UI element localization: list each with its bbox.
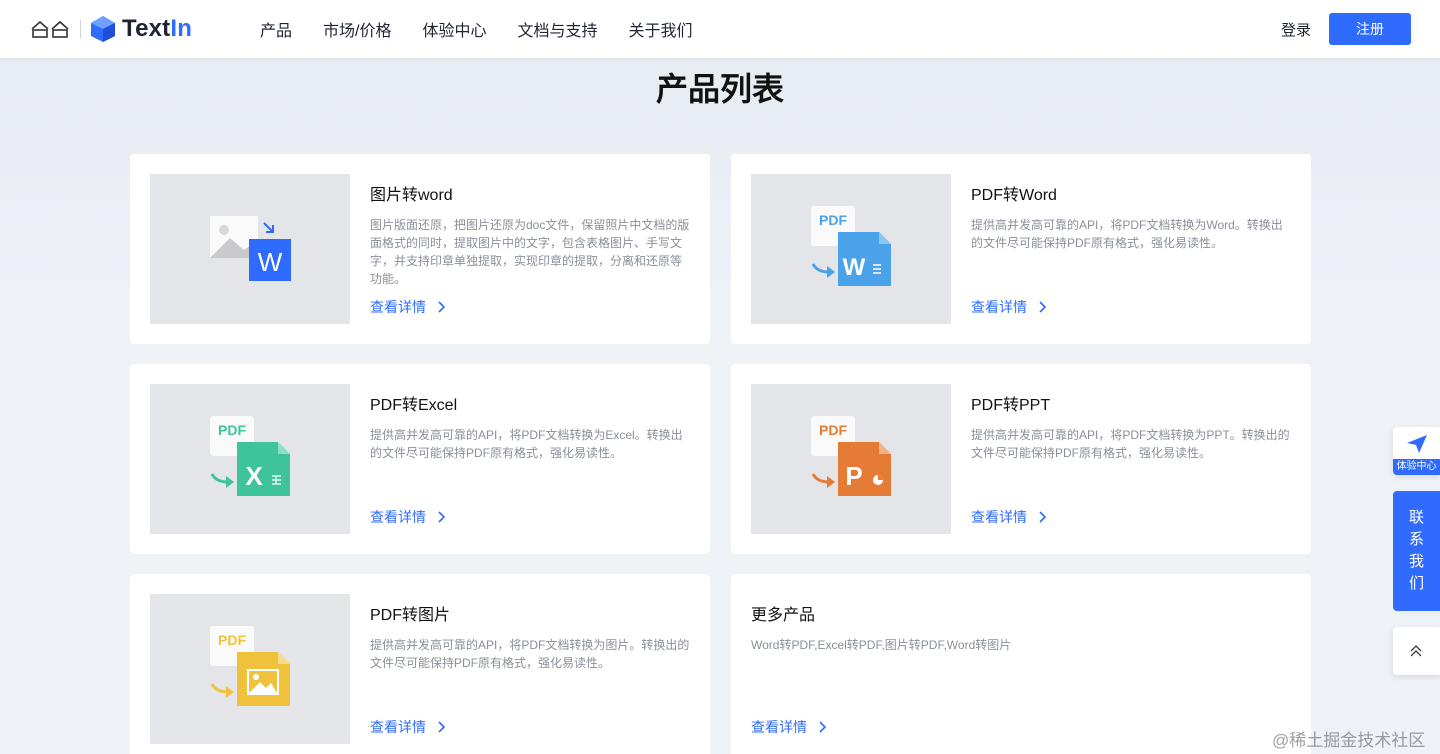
svg-text:PDF: PDF — [218, 632, 246, 648]
pdf-to-excel-icon: PDF X — [210, 416, 290, 496]
contact-char: 系 — [1408, 531, 1424, 548]
view-details-label: 查看详情 — [971, 299, 1027, 315]
navigation-arrow-icon — [1407, 435, 1427, 453]
contact-us-float[interactable]: 联 系 我 们 — [1393, 491, 1440, 611]
view-details-link[interactable]: 查看详情 — [370, 507, 446, 527]
contact-char: 们 — [1408, 575, 1424, 592]
chevron-right-icon — [438, 511, 446, 523]
view-details-link[interactable]: 查看详情 — [971, 507, 1047, 527]
svg-text:X: X — [245, 461, 263, 491]
card-title: PDF转PPT — [971, 397, 1051, 414]
card-description: 图片版面还原，把图片还原为doc文件，保留照片中文档的版面格式的同时，提取图片中… — [370, 218, 690, 286]
product-card-image-to-word[interactable]: W 图片转word 图片版面还原，把图片还原为doc文件，保留照片中文档的版面格… — [130, 154, 710, 344]
product-card-pdf-to-excel[interactable]: PDF X PDF转Excel 提供高并发高可靠的API，将PDF文档转换为Ex… — [130, 364, 710, 554]
partner-logo-icon[interactable] — [30, 18, 70, 40]
card-title: 图片转word — [370, 187, 453, 204]
nav-item-products[interactable]: 产品 — [260, 17, 292, 41]
chevron-right-icon — [438, 301, 446, 313]
login-link[interactable]: 登录 — [1281, 19, 1311, 40]
card-description: 提供高并发高可靠的API，将PDF文档转换为PPT。转换出的文件尽可能保持PDF… — [971, 428, 1290, 460]
svg-text:PDF: PDF — [819, 212, 847, 228]
chevron-right-icon — [819, 721, 827, 733]
page-title: 产品列表 — [655, 71, 784, 107]
chevron-right-icon — [1039, 301, 1047, 313]
product-card-pdf-to-ppt[interactable]: PDF P PDF转PPT 提供高并发高可靠的API，将PDF文档转换为PPT。… — [731, 364, 1311, 554]
nav-item-pricing[interactable]: 市场/价格 — [323, 17, 391, 41]
nav-item-about[interactable]: 关于我们 — [629, 17, 693, 41]
cube-logo-icon — [91, 16, 115, 42]
card-thumbnail: W — [150, 174, 350, 324]
card-thumbnail: PDF — [150, 594, 350, 744]
watermark: @稀土掘金技术社区 — [1272, 731, 1426, 750]
nav-item-experience[interactable]: 体验中心 — [422, 17, 486, 41]
view-details-link[interactable]: 查看详情 — [751, 717, 827, 737]
contact-char: 我 — [1408, 553, 1424, 570]
view-details-link[interactable]: 查看详情 — [370, 717, 446, 737]
card-thumbnail: PDF X — [150, 384, 350, 534]
svg-text:PDF: PDF — [218, 422, 246, 438]
register-button[interactable]: 注册 — [1329, 13, 1411, 45]
svg-text:W: W — [258, 247, 283, 277]
brand-divider — [80, 20, 81, 38]
chevron-right-icon — [438, 721, 446, 733]
product-card-pdf-to-word[interactable]: PDF W PDF转Word 提供高并发高可靠的API，将PDF文档转换为Wor… — [731, 154, 1311, 344]
pdf-to-image-icon: PDF — [210, 626, 290, 706]
card-thumbnail: PDF P — [751, 384, 951, 534]
card-description: 提供高并发高可靠的API，将PDF文档转换为图片。转换出的文件尽可能保持PDF原… — [370, 638, 690, 670]
card-title: 更多产品 — [751, 607, 816, 624]
nav-item-docs[interactable]: 文档与支持 — [517, 17, 597, 41]
view-details-label: 查看详情 — [370, 299, 426, 315]
double-chevron-up-icon — [1410, 645, 1422, 657]
card-description: 提供高并发高可靠的API，将PDF文档转换为Word。转换出的文件尽可能保持PD… — [971, 218, 1283, 250]
chevron-right-icon — [1039, 511, 1047, 523]
view-details-link[interactable]: 查看详情 — [971, 297, 1047, 317]
view-details-label: 查看详情 — [370, 509, 426, 525]
main-nav: 产品 市场/价格 体验中心 文档与支持 关于我们 — [260, 0, 724, 58]
card-thumbnail: PDF W — [751, 174, 951, 324]
view-details-label: 查看详情 — [751, 719, 807, 735]
svg-text:PDF: PDF — [819, 422, 847, 438]
view-details-link[interactable]: 查看详情 — [370, 297, 446, 317]
view-details-label: 查看详情 — [971, 509, 1027, 525]
product-card-more[interactable]: 更多产品 Word转PDF,Excel转PDF,图片转PDF,Word转图片 查… — [731, 574, 1311, 754]
experience-center-float[interactable]: 体验中心 — [1393, 427, 1440, 475]
textin-logo[interactable]: TextIn — [90, 14, 192, 44]
svg-text:P: P — [845, 461, 862, 491]
card-description: Word转PDF,Excel转PDF,图片转PDF,Word转图片 — [751, 638, 1012, 652]
pdf-to-word-icon: PDF W — [811, 206, 891, 286]
image-to-word-icon: W — [210, 216, 291, 281]
card-title: PDF转Excel — [370, 397, 458, 414]
svg-text:W: W — [843, 254, 866, 281]
view-details-label: 查看详情 — [370, 719, 426, 735]
pdf-to-ppt-icon: PDF P — [811, 416, 891, 496]
card-title: PDF转图片 — [370, 607, 451, 624]
top-navbar: TextIn 产品 市场/价格 体验中心 文档与支持 关于我们 登录 注册 — [0, 0, 1440, 58]
contact-char: 联 — [1408, 509, 1424, 526]
experience-center-label: 体验中心 — [1393, 459, 1440, 475]
product-card-pdf-to-image[interactable]: PDF PDF转图片 提供高并发高可靠的API，将PDF文档转换为图片。转换出的… — [130, 574, 710, 754]
card-description: 提供高并发高可靠的API，将PDF文档转换为Excel。转换出的文件尽可能保持P… — [370, 428, 683, 460]
card-title: PDF转Word — [971, 187, 1057, 204]
back-to-top-button[interactable] — [1393, 627, 1440, 675]
logo-text: TextIn — [122, 15, 193, 42]
